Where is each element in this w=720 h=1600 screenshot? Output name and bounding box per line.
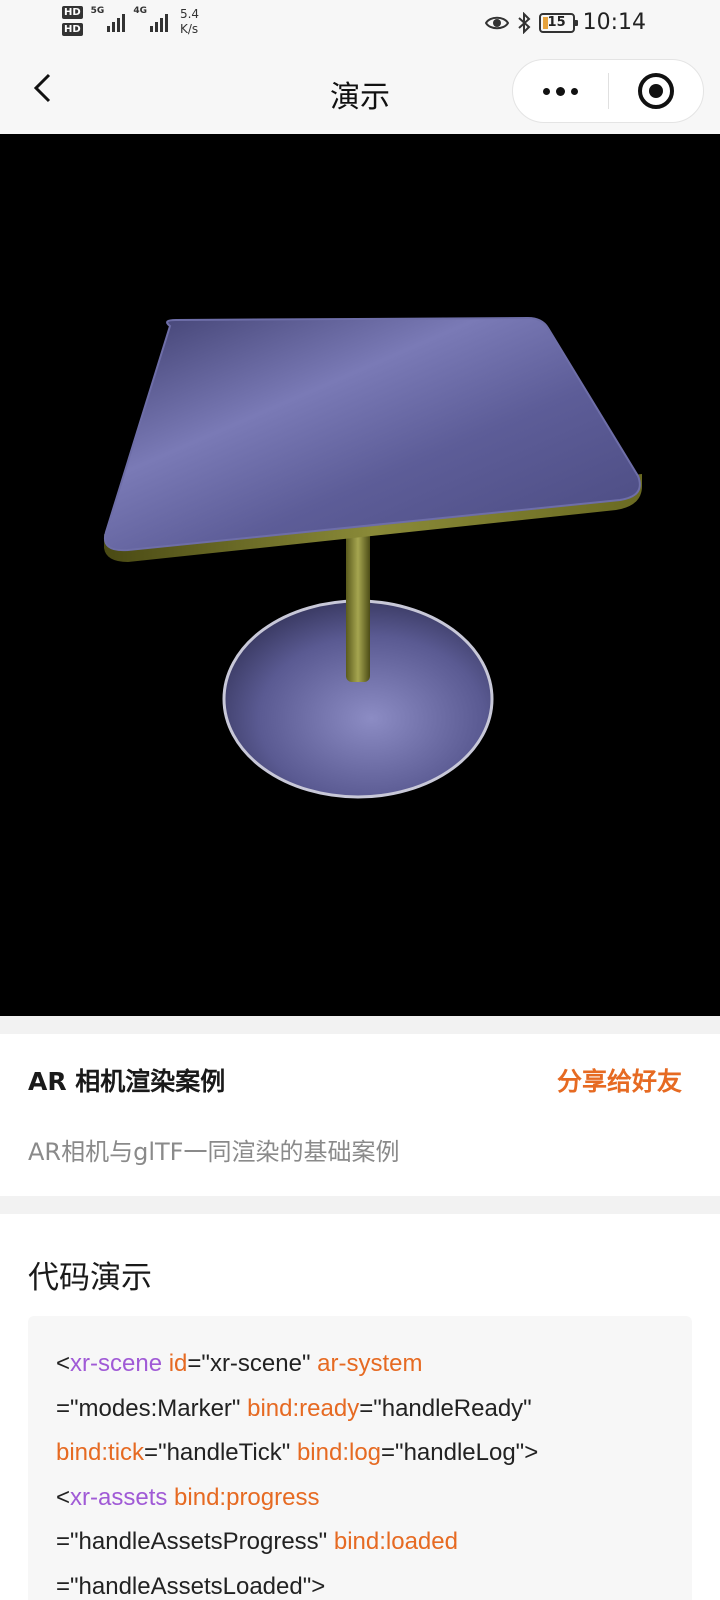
code-line: <xr-assets bind:progress [56,1476,664,1521]
close-button[interactable] [609,60,703,122]
more-button[interactable] [513,60,608,122]
code-line: <xr-scene id="xr-scene" ar-system [56,1342,664,1387]
code-line: ="handleAssetsLoaded"> [56,1565,664,1600]
code-token: ="handleAssetsLoaded"> [56,1572,326,1600]
hd-badge: HD [62,23,83,36]
close-target-icon [638,73,674,109]
status-bar: HD HD 5G 4G 5.4 K/s 15 10:14 [0,0,720,50]
signal-icon: 4G [133,6,168,32]
network-indicators: HD HD 5G 4G 5.4 K/s [62,6,199,37]
back-chevron-icon [33,73,51,103]
code-token: xr-scene [70,1350,163,1377]
code-token: ="handleLog"> [381,1439,539,1466]
code-token: bind:log [296,1439,382,1466]
code-token: < [56,1483,71,1511]
code-token: xr-assets [70,1483,168,1511]
code-heading: 代码演示 [28,1260,152,1296]
mini-program-capsule [512,59,704,123]
navigation-bar: 演示 [0,50,720,134]
code-token: ="handleReady" [359,1394,532,1422]
code-token: bind:loaded [333,1528,458,1555]
ar-render-viewport[interactable] [0,134,720,1016]
case-description: AR相机与glTF一同渲染的基础案例 [28,1138,400,1166]
code-line: bind:tick="handleTick" bind:log="handleL… [56,1431,664,1476]
more-dots-icon [543,87,550,95]
eye-icon [484,16,509,29]
code-token: ar-system [317,1350,423,1377]
case-info-card: AR 相机渲染案例 分享给好友 AR相机与glTF一同渲染的基础案例 [0,1034,720,1196]
code-line: ="modes:Marker" bind:ready="handleReady" [56,1387,664,1432]
table-model-render [104,316,642,799]
code-token: id [168,1350,188,1377]
share-button[interactable]: 分享给好友 [557,1062,682,1098]
code-block: <xr-scene id="xr-scene" ar-system ="modes… [28,1316,692,1600]
code-token: < [56,1350,71,1377]
code-token: ="xr-scene" [187,1350,318,1377]
battery-icon: 15 [538,12,578,33]
bluetooth-icon [517,11,531,34]
code-demo-card: 代码演示 <xr-scene id="xr-scene" ar-system ="… [0,1214,720,1600]
code-token: bind:progress [174,1483,320,1511]
clock: 10:14 [582,10,646,35]
hd-badge: HD [62,6,83,19]
code-token: bind:tick [56,1439,145,1466]
table-pole [346,530,370,682]
network-speed: 5.4 K/s [179,7,200,36]
case-title: AR 相机渲染案例 [28,1067,226,1096]
code-token: ="handleAssetsProgress" [56,1528,334,1555]
code-token: ="modes:Marker" [56,1394,248,1422]
code-token: bind:ready [247,1394,360,1422]
signal-icon: 5G [91,6,126,32]
code-line: ="handleAssetsProgress" bind:loaded [56,1520,664,1565]
back-button[interactable] [24,68,60,108]
code-token: ="handleTick" [144,1439,297,1466]
